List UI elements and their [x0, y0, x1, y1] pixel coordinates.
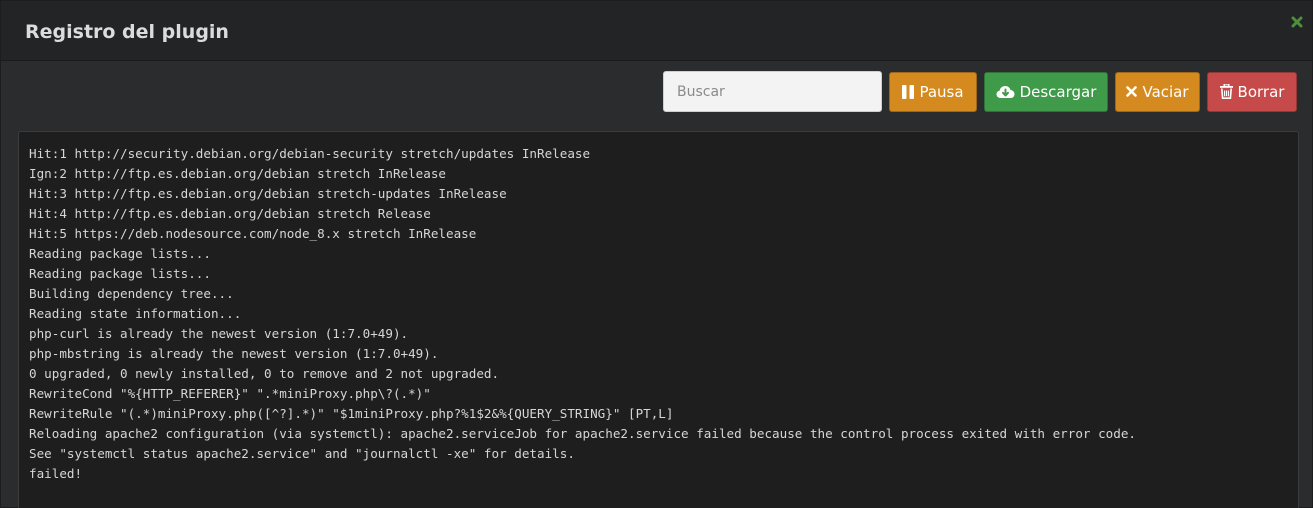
pause-button-label: Pausa [919, 82, 964, 101]
times-icon [1126, 86, 1138, 97]
delete-button-label: Borrar [1237, 82, 1285, 101]
log-line: failed! [29, 466, 83, 481]
search-input[interactable] [663, 71, 882, 112]
log-toolbar: Pausa Descargar Vaciar [663, 71, 1297, 112]
delete-button[interactable]: Borrar [1207, 71, 1297, 112]
log-line: php-curl is already the newest version (… [29, 326, 409, 341]
log-line: RewriteCond "%{HTTP_REFERER}" ".*miniPro… [29, 386, 431, 401]
modal-header: Registro del plugin [1, 1, 1312, 61]
plugin-log-modal: Registro del plugin Pausa D [0, 0, 1313, 508]
download-button-label: Descargar [1019, 82, 1097, 101]
log-line: Hit:1 http://security.debian.org/debian-… [29, 146, 591, 161]
log-line: Reading package lists... [29, 246, 211, 261]
cloud-download-icon [996, 85, 1015, 99]
log-line: php-mbstring is already the newest versi… [29, 346, 439, 361]
log-line: Ign:2 http://ftp.es.debian.org/debian st… [29, 166, 447, 181]
modal-title: Registro del plugin [25, 20, 229, 43]
trash-icon [1219, 84, 1233, 99]
pause-button[interactable]: Pausa [889, 71, 977, 112]
log-line: 0 upgraded, 0 newly installed, 0 to remo… [29, 366, 500, 381]
log-line: Building dependency tree... [29, 286, 234, 301]
log-line: Hit:3 http://ftp.es.debian.org/debian st… [29, 186, 507, 201]
clear-button-label: Vaciar [1142, 82, 1189, 101]
clear-button[interactable]: Vaciar [1115, 71, 1200, 112]
log-line: Hit:4 http://ftp.es.debian.org/debian st… [29, 206, 431, 221]
download-button[interactable]: Descargar [984, 71, 1108, 112]
log-line: See "systemctl status apache2.service" a… [29, 446, 575, 461]
pause-icon [902, 84, 915, 99]
log-line: RewriteRule "(.*)miniProxy.php([^?].*)" … [29, 406, 674, 421]
close-icon[interactable] [1291, 13, 1303, 28]
log-line: Hit:5 https://deb.nodesource.com/node_8.… [29, 226, 477, 241]
log-output[interactable]: Hit:1 http://security.debian.org/debian-… [18, 131, 1299, 508]
log-line: Reading package lists... [29, 266, 211, 281]
log-line: Reading state information... [29, 306, 242, 321]
log-line: Reloading apache2 configuration (via sys… [29, 426, 1136, 441]
